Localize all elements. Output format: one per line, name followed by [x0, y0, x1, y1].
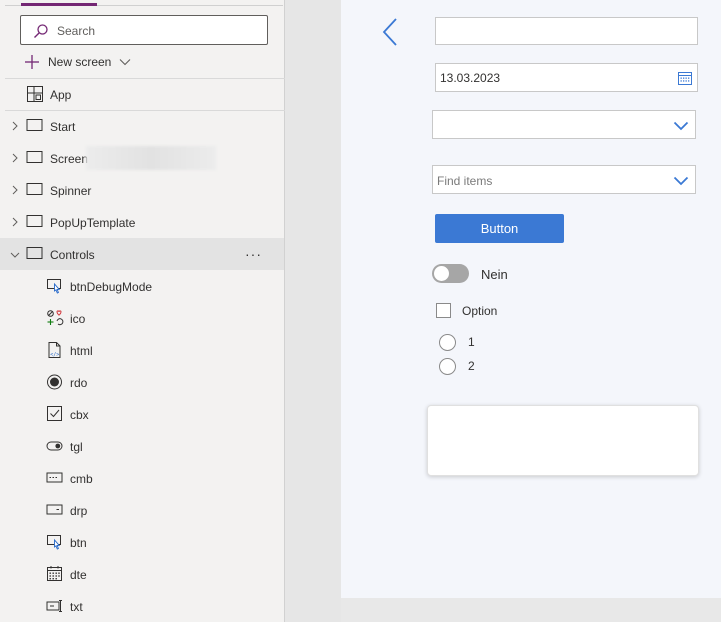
app-icon — [27, 86, 43, 102]
new-screen-label: New screen — [48, 55, 112, 69]
dropdown-control[interactable] — [432, 110, 696, 139]
tree-child-cbx[interactable]: cbx — [0, 398, 284, 430]
tree-child-label: btnDebugMode — [70, 280, 153, 294]
tree-item-label: App — [50, 88, 72, 102]
toggle-label: Nein — [481, 267, 508, 282]
chevron-down-icon[interactable] — [673, 121, 689, 131]
canvas-backdrop — [341, 598, 721, 622]
tree-child-label: ico — [70, 312, 86, 326]
search-icon — [34, 24, 48, 38]
screen-icon — [26, 215, 43, 227]
screen-icon — [26, 183, 43, 195]
date-picker-icon — [47, 566, 62, 581]
radio-label: 2 — [468, 359, 475, 373]
tree-item-label: PopUpTemplate — [50, 216, 136, 230]
text-input-icon — [46, 600, 62, 612]
panel-tab-strip — [5, 0, 283, 6]
svg-text:</>: </> — [50, 352, 59, 358]
tree-child-label: btn — [70, 536, 87, 550]
toggle-knob — [434, 266, 449, 281]
chevron-down-icon[interactable] — [9, 250, 21, 260]
tree-child-label: tgl — [70, 440, 83, 454]
chevron-right-icon[interactable] — [10, 152, 20, 164]
app-canvas: 13.03.2023 Find items Button Nein Option… — [341, 0, 721, 598]
tree-view-panel: New screen App Start Screen Spinner — [0, 0, 285, 622]
chevron-right-icon[interactable] — [10, 216, 20, 228]
tree-child-tgl[interactable]: tgl — [0, 430, 284, 462]
checkbox-control[interactable] — [436, 303, 451, 318]
tree-item-label: Start — [50, 120, 76, 134]
active-tab-indicator — [21, 3, 97, 6]
radio-option-1[interactable] — [439, 334, 456, 351]
radio-label: 1 — [468, 335, 475, 349]
toggle-control-icon — [46, 441, 63, 451]
tree-item-label: Screen — [50, 152, 89, 166]
calendar-icon[interactable] — [678, 71, 692, 85]
text-input-control[interactable] — [435, 17, 698, 45]
new-screen-button[interactable]: New screen — [24, 52, 131, 72]
chevron-right-icon[interactable] — [10, 120, 20, 132]
tree-child-label: dte — [70, 568, 87, 582]
radio-control-icon — [47, 374, 62, 390]
checkbox-label: Option — [462, 304, 498, 318]
button-control-icon — [47, 535, 61, 550]
chevron-down-icon[interactable] — [119, 58, 131, 66]
tree-child-ico[interactable]: ico — [0, 302, 284, 334]
search-input[interactable] — [57, 22, 257, 40]
tree-child-dte[interactable]: dte — [0, 558, 284, 590]
more-options-button[interactable]: ··· — [245, 246, 262, 262]
tree-child-label: rdo — [70, 376, 88, 390]
tree-child-rdo[interactable]: rdo — [0, 366, 284, 398]
tree-child-cmb[interactable]: cmb — [0, 462, 284, 494]
date-value: 13.03.2023 — [440, 71, 501, 85]
button-control-icon — [47, 279, 61, 294]
chevron-down-icon[interactable] — [673, 176, 689, 186]
tree-child-label: cmb — [70, 472, 93, 486]
tree-item-controls[interactable]: Controls ··· — [0, 238, 284, 270]
tree-item-popuptemplate[interactable]: PopUpTemplate — [0, 206, 284, 238]
tree-child-btn[interactable]: btn — [0, 526, 284, 558]
button-control[interactable]: Button — [435, 214, 564, 243]
toggle-control[interactable] — [432, 264, 469, 283]
combobox-control[interactable]: Find items — [432, 165, 696, 194]
date-picker-control[interactable]: 13.03.2023 — [435, 63, 698, 92]
combobox-placeholder: Find items — [437, 174, 493, 188]
tree-item-label: Controls — [50, 248, 95, 262]
tree-child-label: txt — [70, 600, 83, 614]
redacted-area — [86, 146, 216, 170]
tree-item-label: Spinner — [50, 184, 92, 198]
chevron-right-icon[interactable] — [10, 184, 20, 196]
screen-icon — [26, 119, 43, 131]
icons-control-icon — [47, 310, 64, 326]
tree-child-html[interactable]: </> html — [0, 334, 284, 366]
tree-child-drp[interactable]: drp — [0, 494, 284, 526]
tree-item-spinner[interactable]: Spinner — [0, 174, 284, 206]
tree-child-txt[interactable]: txt — [0, 590, 284, 622]
tree-child-label: html — [70, 344, 93, 358]
html-text-icon: </> — [48, 342, 61, 358]
combobox-control-icon — [46, 472, 63, 483]
back-arrow-icon[interactable] — [381, 17, 399, 47]
radio-option-2[interactable] — [439, 358, 456, 375]
tree-item-app[interactable]: App — [0, 78, 284, 110]
screen-icon — [26, 151, 43, 163]
screen-icon — [26, 247, 43, 259]
tree-child-label: cbx — [70, 408, 89, 422]
html-text-control[interactable] — [427, 405, 699, 476]
dropdown-control-icon — [46, 504, 63, 515]
search-box[interactable] — [20, 15, 268, 45]
tree-item-start[interactable]: Start — [0, 110, 284, 142]
tree-child-btndebugmode[interactable]: btnDebugMode — [0, 270, 284, 302]
plus-icon — [25, 55, 39, 69]
checkbox-control-icon — [47, 406, 62, 421]
tree-child-label: drp — [70, 504, 88, 518]
